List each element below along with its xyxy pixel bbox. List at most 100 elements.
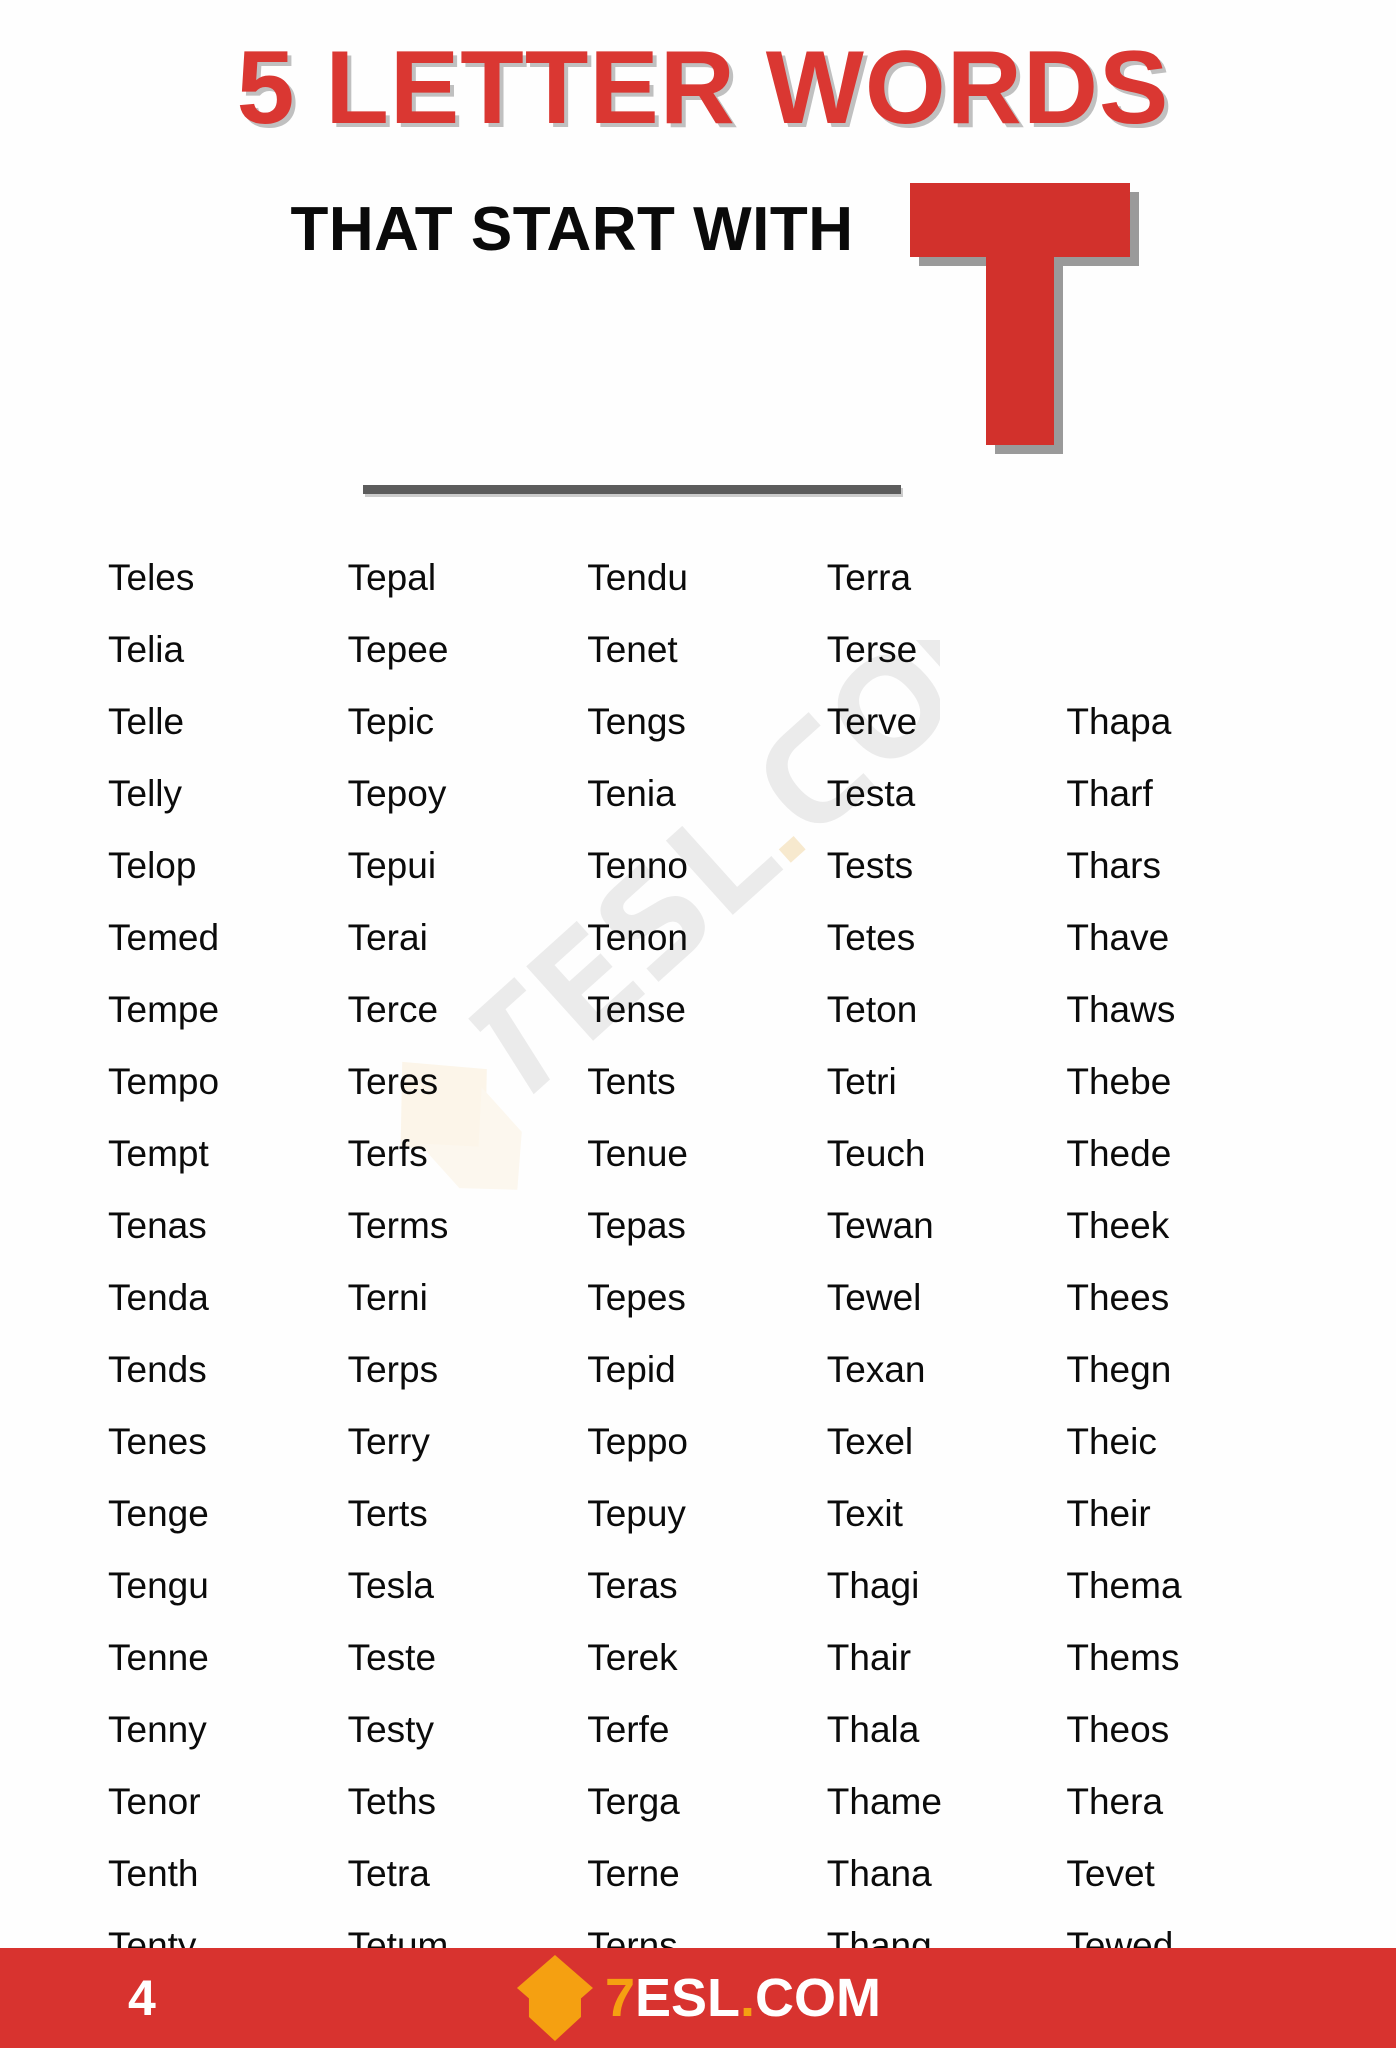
word-item: Terra [826,557,912,599]
word-item: Thede [1066,1133,1172,1175]
word-column-5: Thapa Tharf Thars Thave Thaws Thebe Thede Theek… [1066,542,1306,1982]
word-item: Thair [826,1637,912,1679]
page-number: 4 [128,1970,157,2026]
word-item: Thaws [1066,989,1176,1031]
word-item: Telia [108,629,185,671]
word-item: Tetra [347,1853,430,1895]
word-item: Tenes [108,1421,207,1463]
word-item: Teles [108,557,195,599]
page-title: 5 LETTER WORDS [236,30,1170,146]
diamond-m-icon [516,1955,593,2041]
word-item: Teppo [587,1421,688,1463]
word-item: Teres [347,1061,439,1103]
word-item: Terps [347,1349,439,1391]
word-item: Tempo [108,1061,220,1103]
word-item: Testy [347,1709,434,1751]
word-item: Tevet [1066,1853,1155,1895]
word-item: Tepid [587,1349,676,1391]
word-item: Tents [587,1061,676,1103]
word-item: Terse [826,629,918,671]
word-item: Tendu [587,557,688,599]
word-item: Tenas [108,1205,207,1247]
word-item: Tenet [587,629,678,671]
word-item: Tempe [108,989,220,1031]
word-item: Thave [1066,917,1170,959]
word-item: Tepes [587,1277,686,1319]
word-item: Thapa [1066,701,1172,743]
poster-page: 5 LETTER WORDS THAT START WITH Teles Teli… [0,0,1396,2048]
word-item: Terve [826,701,918,743]
word-item: Terfe [587,1709,670,1751]
word-item: Tepuy [587,1493,686,1535]
word-item: Tepal [347,557,437,599]
word-item: Tenor [108,1781,201,1823]
word-item: Terfs [347,1133,428,1175]
word-item: Thame [826,1781,942,1823]
brand-esl: ESL [635,1968,741,2028]
word-item: Tenia [587,773,676,815]
word-item: Thagi [826,1565,920,1607]
word-item: Thera [1066,1781,1164,1823]
letter-badge-t [904,179,1139,455]
word-item: Terts [347,1493,428,1535]
word-item: Theic [1066,1421,1157,1463]
word-item: Thars [1066,845,1161,887]
word-item: Tenne [108,1637,209,1679]
word-item: Tharf [1066,773,1153,815]
word-item: Thems [1066,1637,1180,1679]
word-item: Tetri [826,1061,897,1103]
word-item: Tenda [108,1277,209,1319]
word-item: Telly [108,773,183,815]
word-item: Temed [108,917,220,959]
word-item: Theek [1066,1205,1170,1247]
word-item: Terga [587,1781,680,1823]
word-item: Tempt [108,1133,209,1175]
word-item: Tenue [587,1133,688,1175]
word-column-3: Tendu Tenet Tengs Tenia Tenno Tenon Tense Tents… [587,542,827,1982]
brand-seven: 7 [604,1968,636,2028]
word-item: Tesla [347,1565,434,1607]
word-item: Terce [347,989,439,1031]
word-item: Telle [108,701,185,743]
page-footer: 4 7 ESL. COM [0,1948,1396,2048]
word-item: Telop [108,845,197,887]
word-item: Tepoy [347,773,447,815]
word-column-4: Terra Terse Terve Testa Tests Tetes Teton Tetri… [827,542,1067,1982]
word-item: Terai [347,917,428,959]
word-item: Thees [1066,1277,1170,1319]
header-divider [363,485,901,495]
word-item: Tenth [108,1853,199,1895]
brand-wordmark: 7 ESL. COM [605,1971,881,2025]
subtitle: THAT START WITH [290,195,854,265]
word-item: Tengu [108,1565,209,1607]
word-item: Thema [1066,1565,1182,1607]
word-item: Texel [826,1421,914,1463]
word-column-1: Teles Telia Telle Telly Telop Temed Tempe Tempo… [108,542,348,1982]
word-item: Tengs [587,701,686,743]
word-item: Terne [587,1853,680,1895]
word-item: Teuch [826,1133,926,1175]
word-item: Terni [347,1277,428,1319]
word-item: Tends [108,1349,207,1391]
word-item: Theos [1066,1709,1170,1751]
word-item: Tewel [826,1277,922,1319]
word-item: Thebe [1066,1061,1172,1103]
word-item: Tewan [826,1205,934,1247]
poster-header: 5 LETTER WORDS THAT START WITH [0,0,1396,495]
word-item: Terms [347,1205,449,1247]
word-cell-empty [1066,542,1306,614]
word-item: Their [1066,1493,1151,1535]
word-item: Terek [587,1637,678,1679]
word-item: Texit [826,1493,903,1535]
word-item: Tetes [826,917,916,959]
word-column-2: Tepal Tepee Tepic Tepoy Tepui Terai Terce Teres… [348,542,588,1982]
letter-badge-face [909,183,1130,446]
word-item: Tenny [108,1709,207,1751]
word-item: Tenno [587,845,688,887]
word-item: Teras [587,1565,678,1607]
word-item: Teste [347,1637,437,1679]
brand-com: COM [755,1968,882,2028]
brand-logo[interactable]: 7 ESL. COM [515,1955,881,2041]
word-list-grid: Teles Telia Telle Telly Telop Temed Tempe Tempo… [0,542,1396,1982]
brand-dot: . [740,1968,756,2028]
